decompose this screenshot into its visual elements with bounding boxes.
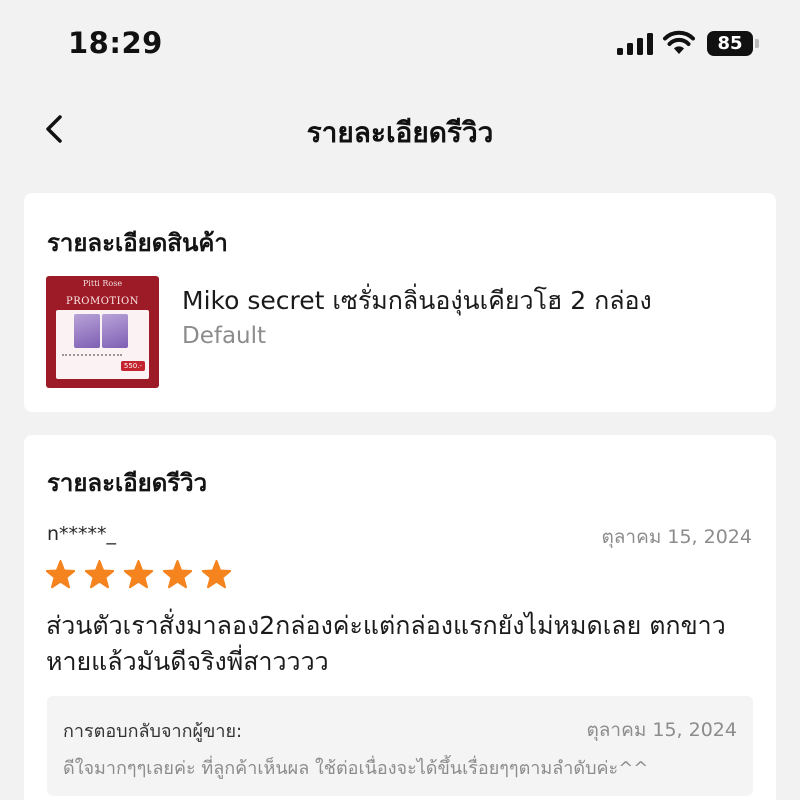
star-rating [46, 560, 231, 590]
star-icon [163, 560, 192, 589]
review-card: รายละเอียดรีวิว n*****_ ตุลาคม 15, 2024 … [24, 435, 776, 800]
product-card: รายละเอียดสินค้า Pitti Rose PROMOTION 55… [24, 193, 776, 412]
seller-reply-label: การตอบกลับจากผู้ขาย: [63, 721, 243, 742]
product-thumbnail[interactable]: Pitti Rose PROMOTION 550.- [46, 276, 159, 388]
thumbnail-panel: 550.- [56, 310, 149, 379]
thumbnail-banner: PROMOTION [66, 296, 139, 307]
thumbnail-caption [62, 354, 122, 370]
review-section-title: รายละเอียดรีวิว [47, 469, 208, 497]
review-text: ส่วนตัวเราสั่งมาลอง2กล่องค่ะแต่กล่องแรกย… [46, 611, 726, 676]
star-icon [124, 560, 153, 589]
battery-level: 85 [717, 33, 743, 54]
product-name[interactable]: Miko secret เซรั่มกลิ่นองุ่นเคียวโฮ 2 กล… [182, 281, 652, 321]
nav-bar: รายละเอียดรีวิว [0, 95, 800, 165]
thumbnail-product-box [102, 314, 128, 348]
star-icon [85, 560, 114, 589]
status-time: 18:29 [68, 26, 163, 60]
seller-reply: การตอบกลับจากผู้ขาย: ตุลาคม 15, 2024 ดีใ… [47, 696, 753, 796]
reviewer-name: n*****_ [47, 523, 117, 545]
star-icon [202, 560, 231, 589]
page-title: รายละเอียดรีวิว [306, 116, 494, 149]
seller-reply-text: ดีใจมากๆๆเลยค่ะ ที่ลูกค้าเห็นผล ใช้ต่อเน… [63, 758, 649, 779]
star-icon [46, 560, 75, 589]
product-variant: Default [182, 323, 267, 349]
product-section-title: รายละเอียดสินค้า [47, 229, 228, 257]
battery-icon: 85 [707, 31, 759, 56]
review-date: ตุลาคม 15, 2024 [601, 526, 752, 548]
status-bar: 18:29 85 [0, 0, 800, 90]
thumbnail-brand: Pitti Rose [82, 279, 123, 288]
seller-reply-date: ตุลาคม 15, 2024 [586, 719, 737, 741]
thumbnail-product-box [74, 314, 100, 348]
signal-icon [617, 33, 653, 55]
wifi-icon [663, 30, 695, 54]
thumbnail-price-tag: 550.- [120, 361, 145, 371]
